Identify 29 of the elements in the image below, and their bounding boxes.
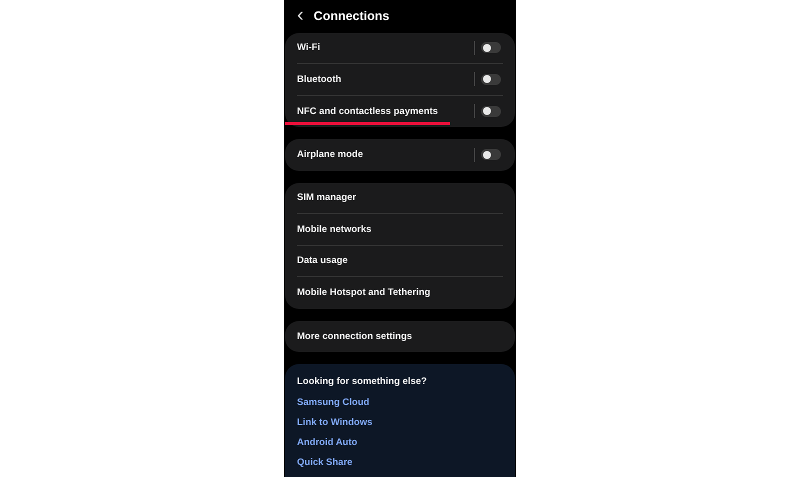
toggle-switch[interactable] xyxy=(481,149,501,160)
setting-label: Wi-Fi xyxy=(297,42,322,54)
toggle-switch[interactable] xyxy=(481,74,501,85)
settings-row[interactable]: Airplane mode xyxy=(297,139,503,170)
settings-row[interactable]: Mobile networks xyxy=(297,214,503,246)
toggle-switch[interactable] xyxy=(481,106,501,117)
setting-label: Mobile networks xyxy=(297,224,372,235)
setting-label: Bluetooth xyxy=(297,74,342,85)
settings-row[interactable]: SIM manager xyxy=(297,182,503,214)
toggle-switch[interactable] xyxy=(481,42,501,54)
suggestions-title: Looking for something else? xyxy=(297,376,428,387)
setting-label: Mobile Hotspot and Tethering xyxy=(297,287,432,298)
setting-label: SIM manager xyxy=(297,192,358,204)
settings-row[interactable]: More connection settings xyxy=(297,320,503,352)
settings-row[interactable]: NFC and contactless payments xyxy=(297,96,503,127)
settings-row[interactable]: Mobile Hotspot and Tethering xyxy=(297,277,503,308)
settings-row[interactable]: Data usage xyxy=(297,246,503,277)
screen-title: Connections xyxy=(314,9,390,24)
setting-label: Airplane mode xyxy=(297,149,364,160)
back-button[interactable]: ‹ xyxy=(297,5,304,26)
suggestion-link[interactable]: Android Auto xyxy=(297,437,503,457)
settings-row[interactable]: Wi-Fi xyxy=(297,32,503,64)
suggestion-link[interactable]: Link to Windows xyxy=(297,417,503,437)
suggestion-link[interactable]: Samsung Cloud xyxy=(297,397,503,417)
setting-label: Data usage xyxy=(297,255,349,266)
suggestion-link[interactable]: Quick Share xyxy=(297,457,503,477)
setting-label: More connection settings xyxy=(297,330,414,342)
setting-label: NFC and contactless payments xyxy=(297,106,439,117)
settings-row[interactable]: Bluetooth xyxy=(297,64,503,96)
